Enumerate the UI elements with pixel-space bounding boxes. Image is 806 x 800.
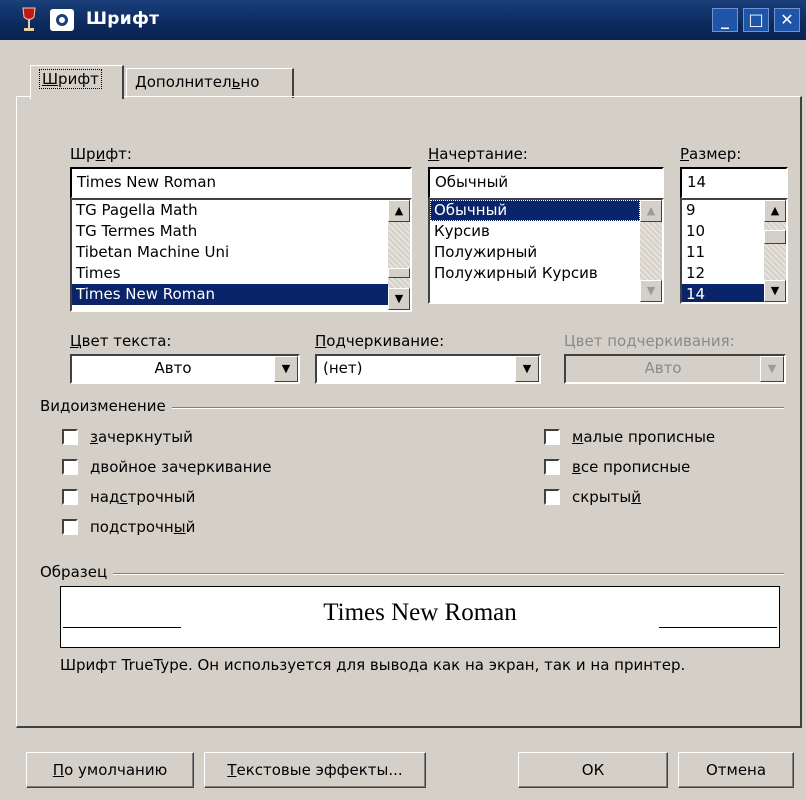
- minimize-button[interactable]: _: [712, 8, 738, 32]
- tab-font[interactable]: Шрифт: [30, 65, 124, 99]
- checkbox-box[interactable]: [62, 459, 78, 475]
- effects-group-label: Видоизменение: [40, 397, 172, 415]
- list-item[interactable]: Полужирный: [430, 242, 662, 263]
- checkbox-label: малые прописные: [572, 428, 716, 446]
- underline-color-value: Авто: [644, 359, 682, 377]
- size-label: Размер:: [680, 145, 742, 163]
- underline-label: Подчеркивание:: [315, 332, 445, 350]
- text-effects-button[interactable]: Текстовые эффекты...: [204, 752, 426, 788]
- scroll-up-icon[interactable]: ▲: [640, 200, 662, 222]
- font-dialog-icon: [50, 9, 74, 31]
- scroll-thumb[interactable]: [764, 230, 786, 244]
- chevron-down-icon[interactable]: ▼: [274, 356, 298, 382]
- subscript-checkbox[interactable]: подстрочный: [62, 518, 195, 536]
- list-item[interactable]: Полужирный Курсив: [430, 263, 662, 284]
- maximize-button[interactable]: □: [743, 8, 769, 32]
- tab-advanced[interactable]: Дополнительно: [126, 68, 294, 98]
- tab-font-label: Шрифт: [39, 69, 102, 89]
- superscript-checkbox[interactable]: надстрочный: [62, 488, 195, 506]
- size-list-scrollbar[interactable]: ▲ ▼: [764, 200, 786, 302]
- font-input[interactable]: Times New Roman: [70, 167, 412, 199]
- checkbox-label: все прописные: [572, 458, 691, 476]
- ok-button[interactable]: ОК: [518, 752, 668, 788]
- text-color-label: Цвет текста:: [70, 332, 172, 350]
- double-strikethrough-checkbox[interactable]: двойное зачеркивание: [62, 458, 272, 476]
- list-item-selected[interactable]: Times New Roman: [72, 284, 410, 305]
- sample-divider: [40, 573, 784, 575]
- font-list[interactable]: TG Pagella Math TG Termes Math Tibetan M…: [70, 198, 412, 312]
- text-color-select[interactable]: Авто ▼: [70, 354, 300, 384]
- window-title: Шрифт: [86, 9, 160, 29]
- checkbox-box[interactable]: [544, 429, 560, 445]
- underline-value: (нет): [323, 359, 363, 377]
- small-caps-checkbox[interactable]: малые прописные: [544, 428, 715, 446]
- scroll-down-icon[interactable]: ▼: [388, 288, 410, 310]
- chevron-down-icon[interactable]: ▼: [760, 356, 784, 382]
- size-input[interactable]: 14: [680, 167, 788, 199]
- all-caps-checkbox[interactable]: все прописные: [544, 458, 690, 476]
- underline-color-label: Цвет подчеркивания:: [564, 332, 735, 350]
- tab-advanced-label: Дополнительно: [135, 73, 260, 91]
- style-input[interactable]: Обычный: [428, 167, 664, 199]
- checkbox-label: надстрочный: [90, 488, 196, 506]
- text-color-value: Авто: [154, 359, 192, 377]
- style-list[interactable]: Обычный Курсив Полужирный Полужирный Кур…: [428, 198, 664, 304]
- size-list[interactable]: 9 10 11 12 14 ▲ ▼: [680, 198, 788, 304]
- checkbox-box[interactable]: [62, 519, 78, 535]
- underline-color-select[interactable]: Авто ▼: [564, 354, 786, 384]
- font-dialog: Шрифт _ □ ✕ Шрифт Дополнительно Шрифт: T…: [0, 0, 806, 800]
- list-item[interactable]: Tibetan Machine Uni: [72, 242, 410, 263]
- checkbox-label: скрытый: [572, 488, 642, 506]
- sample-preview: Times New Roman: [60, 586, 780, 648]
- close-button[interactable]: ✕: [774, 8, 800, 32]
- scroll-down-icon[interactable]: ▼: [640, 280, 662, 302]
- hidden-checkbox[interactable]: скрытый: [544, 488, 641, 506]
- sample-text: Times New Roman: [323, 599, 517, 626]
- checkbox-box[interactable]: [62, 429, 78, 445]
- scroll-down-icon[interactable]: ▼: [764, 280, 786, 302]
- sample-group-label: Образец: [40, 563, 114, 581]
- list-item-selected[interactable]: Обычный: [430, 200, 640, 221]
- list-item[interactable]: Курсив: [430, 221, 662, 242]
- scroll-thumb[interactable]: [388, 268, 410, 278]
- checkbox-box[interactable]: [544, 489, 560, 505]
- cancel-button[interactable]: Отмена: [678, 752, 794, 788]
- list-item[interactable]: Times: [72, 263, 410, 284]
- style-label: Начертание:: [428, 145, 528, 163]
- list-item[interactable]: TG Pagella Math: [72, 200, 410, 221]
- list-item-selected[interactable]: 14: [682, 284, 764, 302]
- checkbox-box[interactable]: [62, 489, 78, 505]
- underline-select[interactable]: (нет) ▼: [315, 354, 541, 384]
- default-button[interactable]: По умолчанию: [26, 752, 194, 788]
- font-list-scrollbar[interactable]: ▲ ▼: [388, 200, 410, 310]
- strikethrough-checkbox[interactable]: зачеркнутый: [62, 428, 193, 446]
- title-bar: Шрифт _ □ ✕: [0, 0, 806, 40]
- checkbox-label: подстрочный: [90, 518, 196, 536]
- font-description: Шрифт TrueType. Он используется для выво…: [60, 656, 686, 674]
- scroll-up-icon[interactable]: ▲: [764, 200, 786, 222]
- scroll-up-icon[interactable]: ▲: [388, 200, 410, 222]
- checkbox-label: зачеркнутый: [90, 428, 193, 446]
- sample-underline-left: [63, 627, 181, 628]
- checkbox-box[interactable]: [544, 459, 560, 475]
- chevron-down-icon[interactable]: ▼: [515, 356, 539, 382]
- wine-glass-icon[interactable]: [18, 7, 40, 33]
- checkbox-label: двойное зачеркивание: [90, 458, 272, 476]
- style-list-scrollbar[interactable]: ▲ ▼: [640, 200, 662, 302]
- font-label: Шрифт:: [70, 145, 132, 163]
- list-item[interactable]: TG Termes Math: [72, 221, 410, 242]
- sample-underline-right: [659, 627, 777, 628]
